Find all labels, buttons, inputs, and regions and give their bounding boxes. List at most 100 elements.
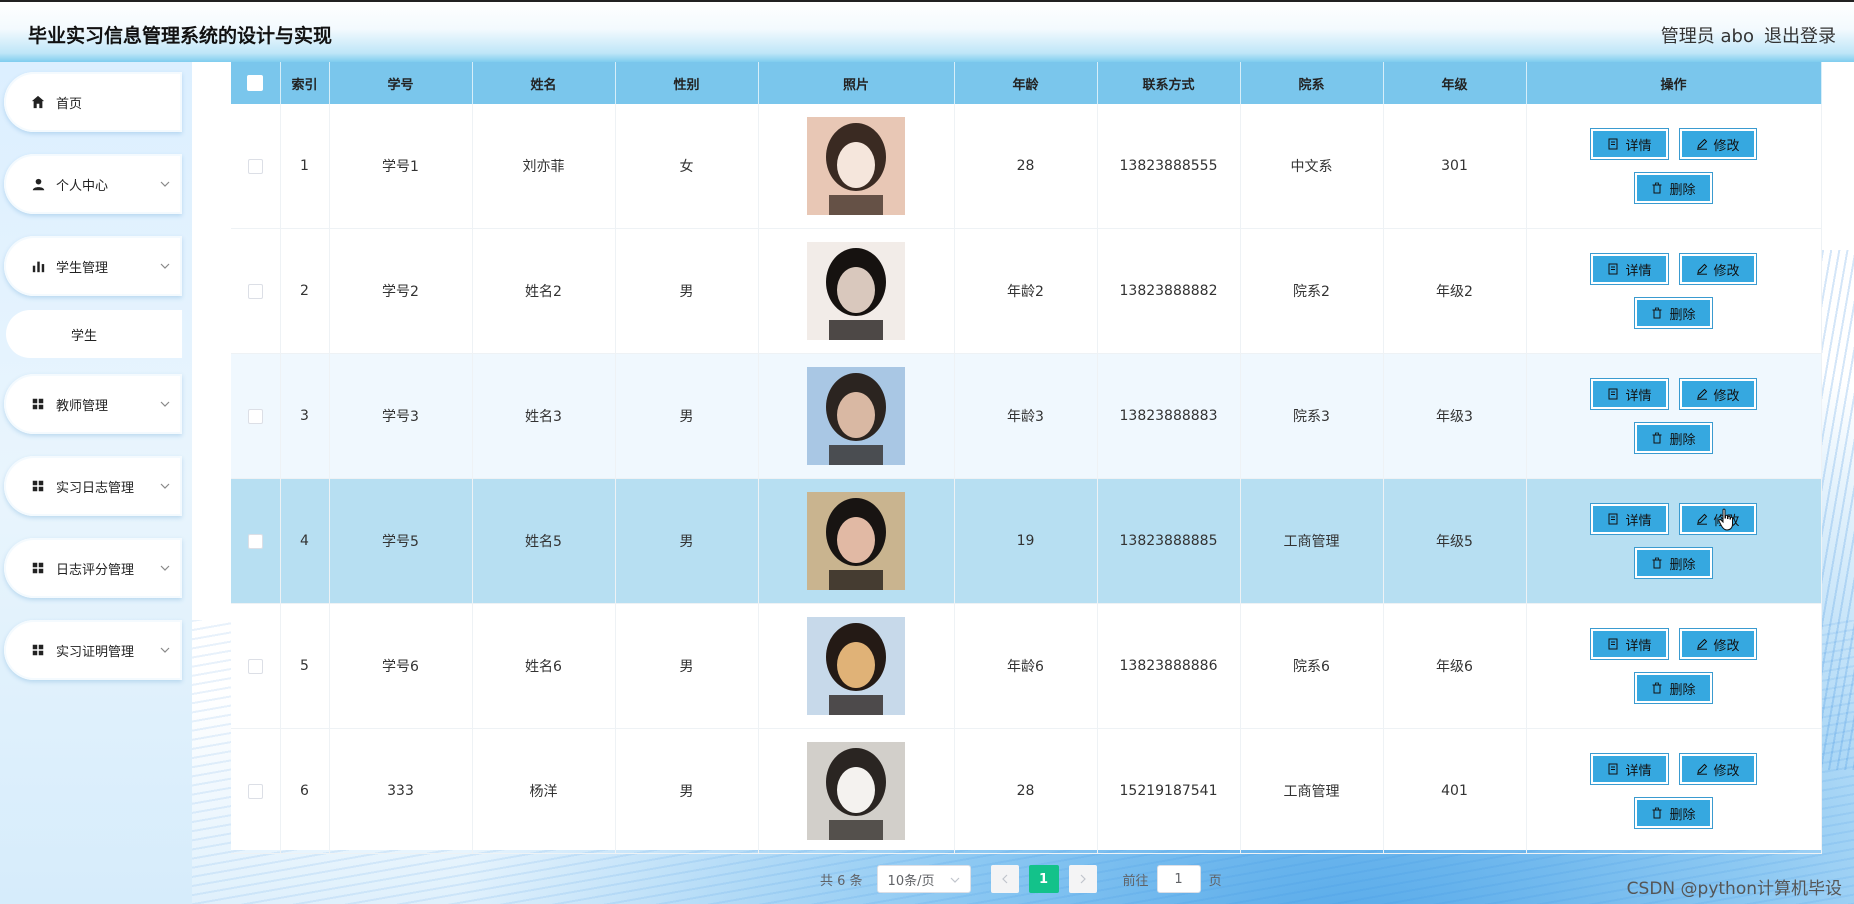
table-row[interactable]: 3 学号3 姓名3 男 年龄3 13823888883 院系3 年级3 详情 修…	[231, 353, 1822, 479]
row-select-cell[interactable]	[231, 603, 281, 729]
cell-age: 19	[954, 478, 1098, 604]
cell-grade: 401	[1383, 728, 1527, 854]
student-photo[interactable]	[807, 742, 905, 840]
delete-button[interactable]: 删除	[1634, 672, 1713, 704]
column-header[interactable]: 联系方式	[1097, 62, 1241, 104]
cell-actions: 详情 修改 删除	[1526, 353, 1822, 479]
detail-button[interactable]: 详情	[1590, 628, 1669, 660]
page-number-active[interactable]: 1	[1028, 865, 1059, 893]
cell-actions: 详情 修改 删除	[1526, 228, 1822, 354]
student-photo[interactable]	[807, 367, 905, 465]
table-row[interactable]: 4 学号5 姓名5 男 19 13823888885 工商管理 年级5 详情 修…	[231, 478, 1822, 604]
select-all-checkbox[interactable]	[247, 75, 264, 91]
edit-button[interactable]: 修改	[1678, 128, 1757, 160]
edit-button[interactable]: 修改	[1678, 628, 1757, 660]
row-select-cell[interactable]	[231, 104, 281, 229]
document-icon	[1608, 138, 1618, 150]
delete-button-label: 删除	[1669, 182, 1696, 198]
row-select-cell[interactable]	[231, 478, 281, 604]
trash-icon	[1652, 682, 1662, 694]
student-photo[interactable]	[807, 117, 905, 215]
delete-button-label: 删除	[1669, 432, 1696, 448]
cell-grade: 年级2	[1383, 228, 1527, 354]
delete-button-label: 删除	[1669, 682, 1696, 698]
column-header[interactable]: 性别	[615, 62, 759, 104]
cell-student-id: 学号1	[329, 104, 473, 229]
grid-icon	[30, 642, 46, 658]
sidebar-item-log-score[interactable]: 日志评分管理	[4, 538, 182, 598]
row-checkbox[interactable]	[247, 783, 263, 799]
student-photo[interactable]	[807, 492, 905, 590]
delete-button-label: 删除	[1669, 307, 1696, 323]
detail-button[interactable]: 详情	[1590, 253, 1669, 285]
table-row[interactable]: 1 学号1 刘亦菲 女 28 13823888555 中文系 301 详情 修改…	[231, 104, 1822, 229]
cell-name: 姓名2	[472, 228, 616, 354]
sidebar-item-label: 实习日志管理	[56, 480, 135, 496]
table-row[interactable]: 6 333 杨洋 男 28 15219187541 工商管理 401 详情 修改…	[231, 728, 1822, 854]
trash-icon	[1652, 432, 1662, 444]
row-checkbox[interactable]	[247, 658, 263, 674]
app-header: 毕业实习信息管理系统的设计与实现 管理员 abo 退出登录	[0, 0, 1854, 62]
sidebar-item-certificate[interactable]: 实习证明管理	[4, 620, 182, 680]
delete-button[interactable]: 删除	[1634, 547, 1713, 579]
sidebar-item-teacher-mgmt[interactable]: 教师管理	[4, 374, 182, 434]
column-header[interactable]: 姓名	[472, 62, 616, 104]
sidebar-item-student-mgmt[interactable]: 学生管理	[4, 236, 182, 296]
student-photo[interactable]	[807, 617, 905, 715]
goto-page-input[interactable]	[1156, 865, 1201, 893]
edit-button-label: 修改	[1713, 388, 1740, 404]
row-checkbox[interactable]	[247, 408, 263, 424]
row-checkbox[interactable]	[247, 283, 263, 299]
table-row[interactable]: 2 学号2 姓名2 男 年龄2 13823888882 院系2 年级2 详情 修…	[231, 228, 1822, 354]
detail-button[interactable]: 详情	[1590, 503, 1669, 535]
sidebar-item-internship-log[interactable]: 实习日志管理	[4, 456, 182, 516]
delete-button-label: 删除	[1669, 557, 1696, 573]
sidebar-subitem-student[interactable]: 学生	[6, 310, 182, 358]
row-select-cell[interactable]	[231, 728, 281, 854]
delete-button[interactable]: 删除	[1634, 172, 1713, 204]
column-header[interactable]: 年龄	[954, 62, 1098, 104]
sidebar-item-label: 教师管理	[56, 398, 109, 414]
delete-button[interactable]: 删除	[1634, 422, 1713, 454]
edit-button[interactable]: 修改	[1678, 253, 1757, 285]
edit-button-label: 修改	[1713, 638, 1740, 654]
column-header[interactable]: 学号	[329, 62, 473, 104]
column-header[interactable]: 索引	[280, 62, 330, 104]
sidebar-item-profile[interactable]: 个人中心	[4, 154, 182, 214]
column-header[interactable]: 年级	[1383, 62, 1527, 104]
cell-student-id: 学号3	[329, 353, 473, 479]
app-title: 毕业实习信息管理系统的设计与实现	[28, 25, 333, 47]
trash-icon	[1652, 182, 1662, 194]
student-photo[interactable]	[807, 242, 905, 340]
trash-icon	[1652, 807, 1662, 819]
next-page-button[interactable]	[1068, 865, 1097, 893]
row-select-cell[interactable]	[231, 228, 281, 354]
prev-page-button[interactable]	[990, 865, 1019, 893]
chevron-down-icon	[160, 645, 170, 656]
detail-button[interactable]: 详情	[1590, 128, 1669, 160]
delete-button[interactable]: 删除	[1634, 297, 1713, 329]
cell-gender: 男	[615, 603, 759, 729]
page-size-select[interactable]: 10条/页	[876, 865, 971, 893]
select-all-header[interactable]	[231, 62, 281, 104]
delete-button[interactable]: 删除	[1634, 797, 1713, 829]
row-checkbox[interactable]	[247, 158, 263, 174]
detail-button[interactable]: 详情	[1590, 378, 1669, 410]
trash-icon	[1652, 557, 1662, 569]
chevron-right-icon	[1080, 874, 1086, 884]
total-count: 共 6 条	[820, 873, 863, 889]
sidebar-item-label: 日志评分管理	[56, 562, 135, 578]
table-header-row: 索引 学号 姓名 性别 照片 年龄 联系方式 院系 年级 操作	[231, 62, 1822, 104]
table-row[interactable]: 5 学号6 姓名6 男 年龄6 13823888886 院系6 年级6 详情 修…	[231, 603, 1822, 729]
edit-button[interactable]: 修改	[1678, 378, 1757, 410]
pencil-icon	[1696, 138, 1707, 150]
cell-photo	[758, 228, 955, 354]
edit-button[interactable]: 修改	[1678, 753, 1757, 785]
row-select-cell[interactable]	[231, 353, 281, 479]
column-header[interactable]: 院系	[1240, 62, 1384, 104]
cell-actions: 详情 修改 删除	[1526, 728, 1822, 854]
sidebar-item-home[interactable]: 首页	[4, 72, 182, 132]
detail-button[interactable]: 详情	[1590, 753, 1669, 785]
row-checkbox[interactable]	[247, 533, 263, 549]
logout-link[interactable]: 退出登录	[1764, 22, 1836, 48]
